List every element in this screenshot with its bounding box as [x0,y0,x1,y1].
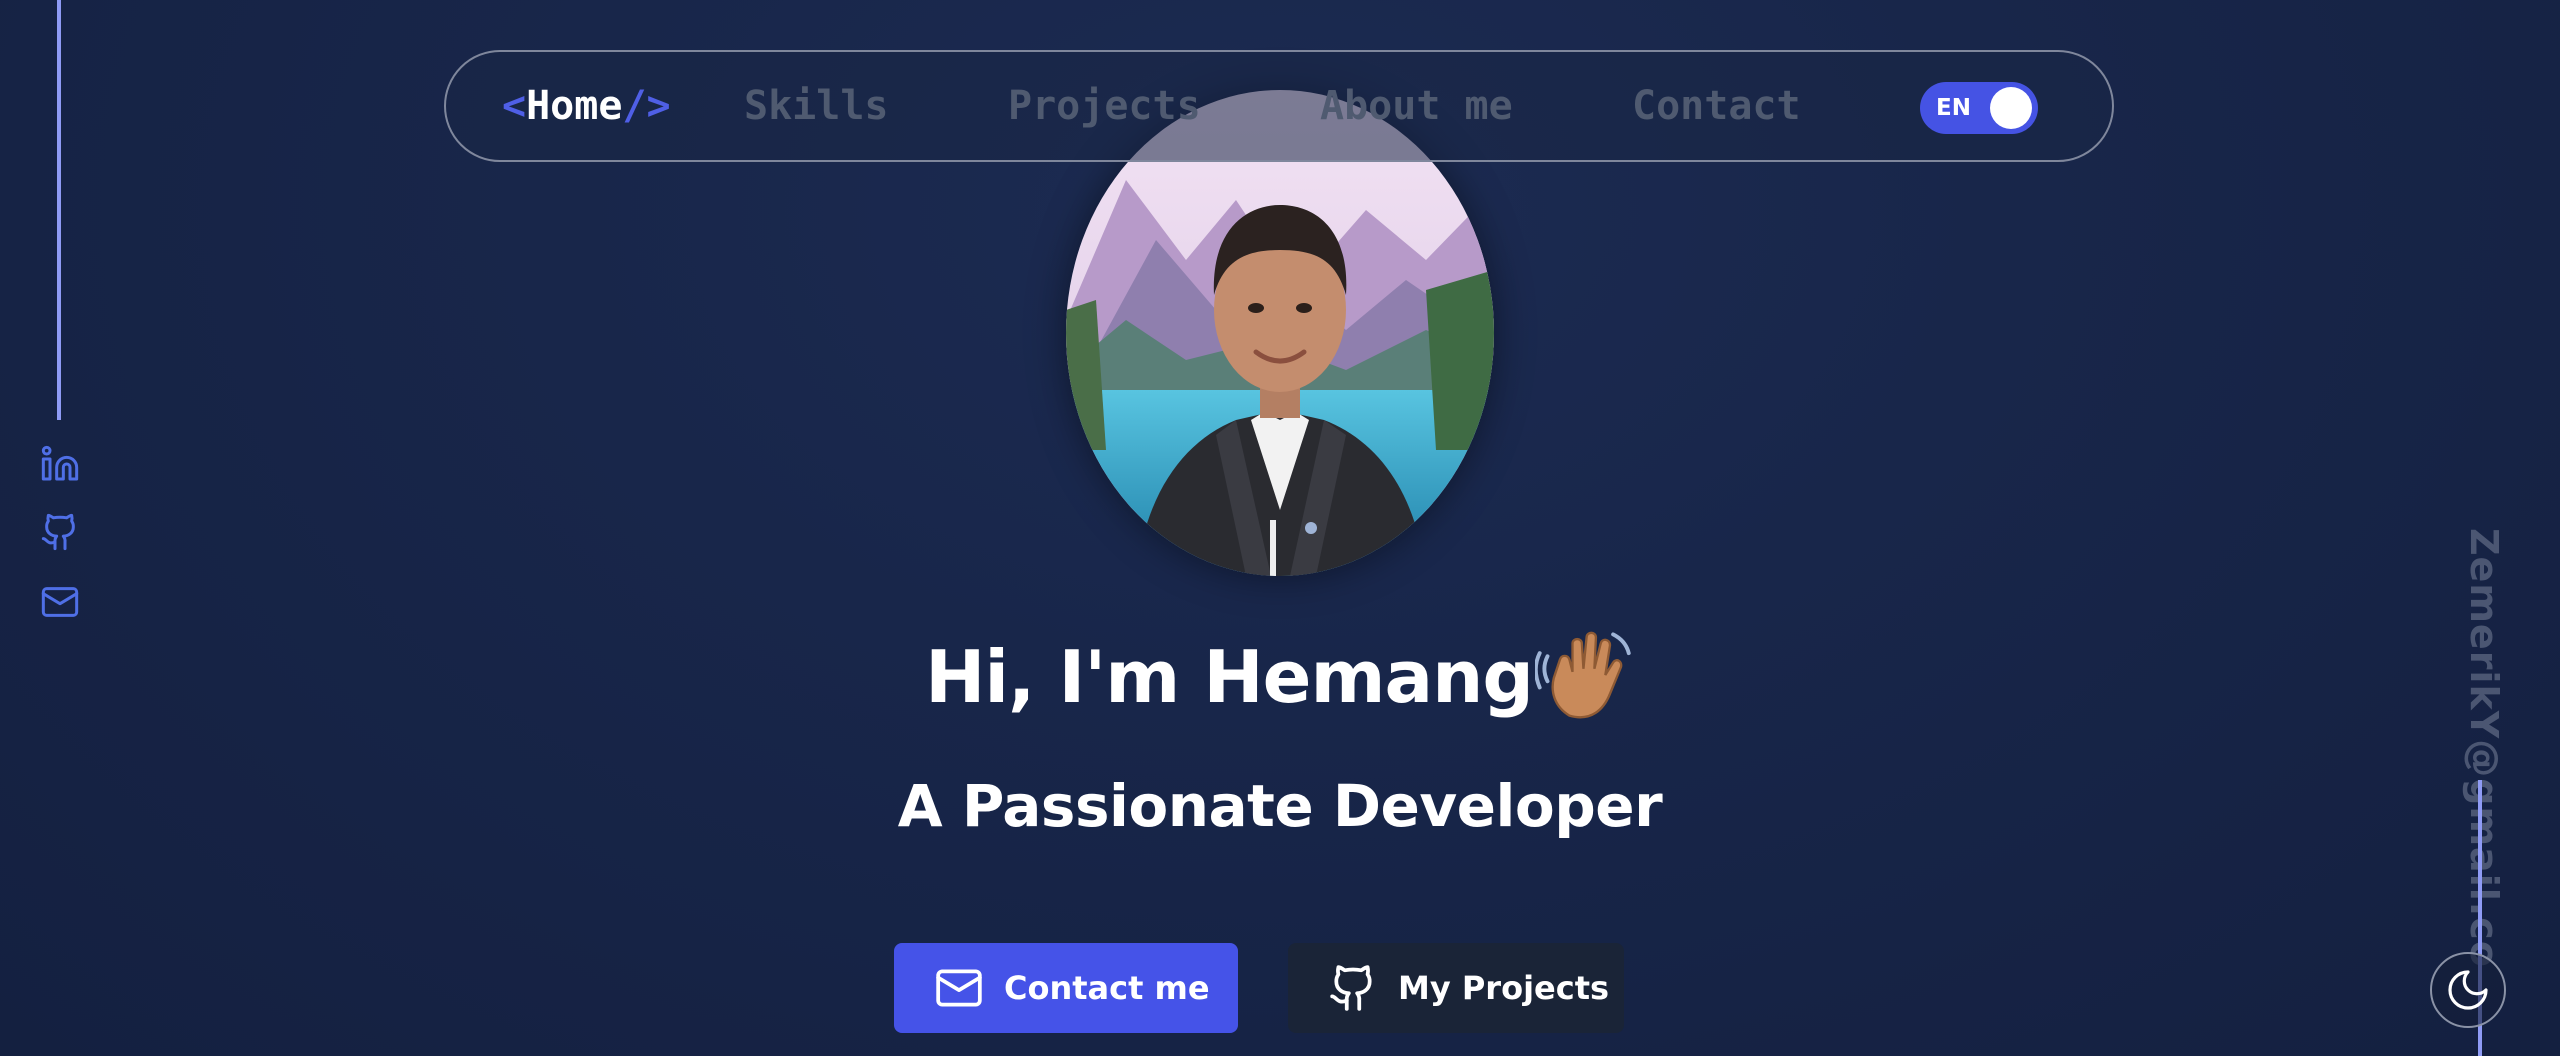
nav-projects[interactable]: Projects [1008,80,1201,132]
left-vertical-line [57,0,61,420]
sidebar-email[interactable]: ZemerikY@gmail.com [2462,528,2506,968]
language-toggle[interactable]: EN [1920,82,2038,134]
hero-greeting: Hi, I'm Hemang [0,630,2560,725]
nav-contact[interactable]: Contact [1632,80,1801,132]
github-icon [1330,965,1372,1011]
contact-me-button[interactable]: Contact me [894,943,1238,1033]
email-link[interactable] [38,580,82,624]
top-navigation: <Home/> Skills Projects About me Contact… [444,50,2114,162]
language-toggle-knob [1990,87,2032,129]
linkedin-icon [41,445,79,481]
theme-toggle-button[interactable] [2430,952,2506,1028]
hero-tagline: A Passionate Developer [897,772,1663,840]
home-close-bracket: /> [622,83,671,129]
mail-icon [41,587,79,617]
github-link[interactable] [38,510,82,554]
my-projects-label: My Projects [1398,969,1610,1007]
contact-me-label: Contact me [1004,969,1210,1007]
home-open-bracket: < [502,83,527,129]
nav-skills[interactable]: Skills [744,80,889,132]
nav-home[interactable]: <Home/> [502,80,671,132]
nav-about-me[interactable]: About me [1320,80,1513,132]
moon-icon [2448,970,2488,1010]
waving-hand-icon [1534,632,1631,719]
greeting-text: Hi, I'm Hemang [925,635,1534,719]
mail-icon [936,969,982,1007]
my-projects-button[interactable]: My Projects [1288,943,1624,1033]
language-label: EN [1936,95,1971,121]
nav-home-label: Home [526,83,623,129]
linkedin-link[interactable] [38,442,82,486]
github-icon [41,513,75,551]
profile-photo [1066,90,1494,576]
